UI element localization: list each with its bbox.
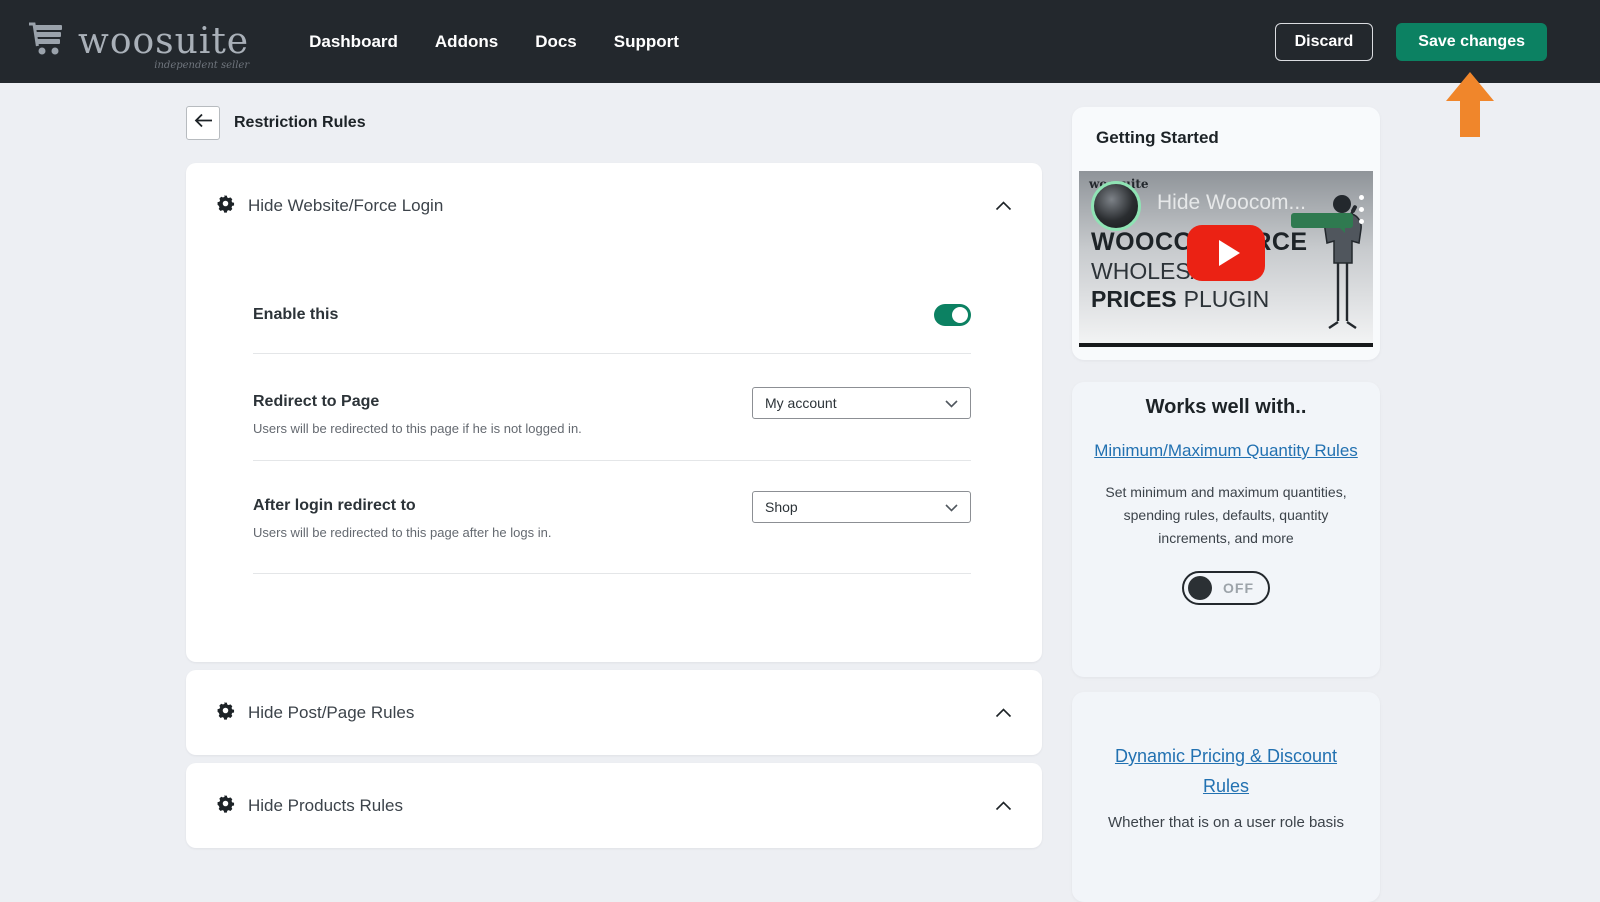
min-max-quantity-rules-toggle[interactable]: OFF	[1182, 571, 1270, 605]
brand-tagline: independent seller	[154, 59, 250, 71]
video-thumbnail[interactable]: woosuite Hide Woocom... WOOCOMMERCE WHOL…	[1079, 171, 1373, 347]
redirect-to-page-select[interactable]: My account	[752, 387, 971, 419]
toggle-knob	[1188, 576, 1212, 600]
min-max-quantity-rules-link[interactable]: Minimum/Maximum Quantity Rules	[1094, 436, 1358, 465]
select-value: Shop	[765, 499, 798, 515]
top-navbar: woosuite independent seller Dashboard Ad…	[0, 0, 1600, 83]
after-login-redirect-select[interactable]: Shop	[752, 491, 971, 523]
card-title: Hide Products Rules	[248, 795, 403, 815]
dynamic-pricing-card: Dynamic Pricing & Discount Rules Whether…	[1072, 692, 1380, 902]
gear-icon	[216, 701, 235, 725]
chevron-up-icon[interactable]	[995, 707, 1012, 718]
getting-started-card: Getting Started woosuite Hide Woocom... …	[1072, 107, 1380, 360]
page-title: Restriction Rules	[234, 114, 366, 131]
cart-icon	[26, 21, 68, 62]
video-headline-3: PRICES PLUGIN	[1091, 286, 1270, 312]
getting-started-title: Getting Started	[1096, 128, 1219, 147]
works-well-title: Works well with..	[1145, 396, 1307, 418]
card-post-page: Hide Post/Page Rules	[186, 670, 1042, 755]
divider	[253, 573, 971, 574]
nav-link-dashboard[interactable]: Dashboard	[309, 32, 398, 52]
redirect-to-page-row: Redirect to Page Users will be redirecte…	[253, 387, 971, 436]
video-overlay-title: Hide Woocom...	[1157, 191, 1306, 214]
enable-this-label: Enable this	[253, 306, 339, 323]
youtube-play-button[interactable]	[1187, 225, 1265, 281]
after-login-redirect-help: Users will be redirected to this page af…	[253, 525, 552, 540]
play-icon	[1218, 240, 1240, 266]
after-login-redirect-row: After login redirect to Users will be re…	[253, 491, 971, 540]
discard-button[interactable]: Discard	[1274, 22, 1374, 61]
card-products-header[interactable]: Hide Products Rules	[186, 763, 1042, 848]
redirect-to-page-help: Users will be redirected to this page if…	[253, 421, 582, 436]
page-header: Restriction Rules	[186, 106, 366, 140]
divider	[253, 353, 971, 354]
chevron-down-icon	[945, 395, 958, 411]
gear-icon	[216, 794, 235, 818]
min-max-quantity-rules-description: Set minimum and maximum quantities, spen…	[1105, 484, 1347, 546]
card-products: Hide Products Rules	[186, 763, 1042, 848]
presenter-avatar	[1091, 181, 1141, 231]
dynamic-pricing-rules-link[interactable]: Dynamic Pricing & Discount Rules	[1092, 741, 1360, 801]
nav-link-support[interactable]: Support	[614, 32, 679, 52]
card-title: Hide Post/Page Rules	[248, 702, 415, 722]
brand-name: woosuite	[78, 20, 250, 62]
works-well-card: Works well with.. Minimum/Maximum Quanti…	[1072, 382, 1380, 677]
card-post-page-header[interactable]: Hide Post/Page Rules	[186, 670, 1042, 755]
kebab-menu-icon	[1359, 195, 1364, 224]
annotation-arrow-up-icon	[1446, 72, 1494, 137]
gear-icon	[216, 194, 235, 218]
divider	[253, 460, 971, 461]
brand-logo: woosuite independent seller	[26, 20, 250, 71]
chevron-up-icon[interactable]	[995, 201, 1012, 211]
toggle-off-label: OFF	[1223, 580, 1254, 596]
nav-actions: Discard Save changes	[1274, 22, 1547, 61]
save-changes-button[interactable]: Save changes	[1396, 22, 1547, 61]
select-value: My account	[765, 395, 837, 411]
card-title: Hide Website/Force Login	[248, 196, 444, 215]
chevron-down-icon	[945, 499, 958, 515]
card-force-login: Hide Website/Force Login Enable this Red…	[186, 163, 1042, 662]
enable-this-row: Enable this	[253, 303, 971, 327]
nav-link-docs[interactable]: Docs	[535, 32, 577, 52]
back-button[interactable]	[186, 106, 220, 140]
chevron-up-icon[interactable]	[995, 800, 1012, 811]
arrow-left-icon	[194, 113, 213, 133]
card-force-login-header[interactable]: Hide Website/Force Login	[186, 163, 1042, 249]
dynamic-pricing-rules-description: Whether that is on a user role basis	[1108, 814, 1344, 831]
nav-link-addons[interactable]: Addons	[435, 32, 498, 52]
speech-bubble	[1291, 213, 1353, 233]
enable-this-toggle[interactable]	[934, 304, 971, 326]
nav-links: Dashboard Addons Docs Support	[309, 32, 679, 52]
